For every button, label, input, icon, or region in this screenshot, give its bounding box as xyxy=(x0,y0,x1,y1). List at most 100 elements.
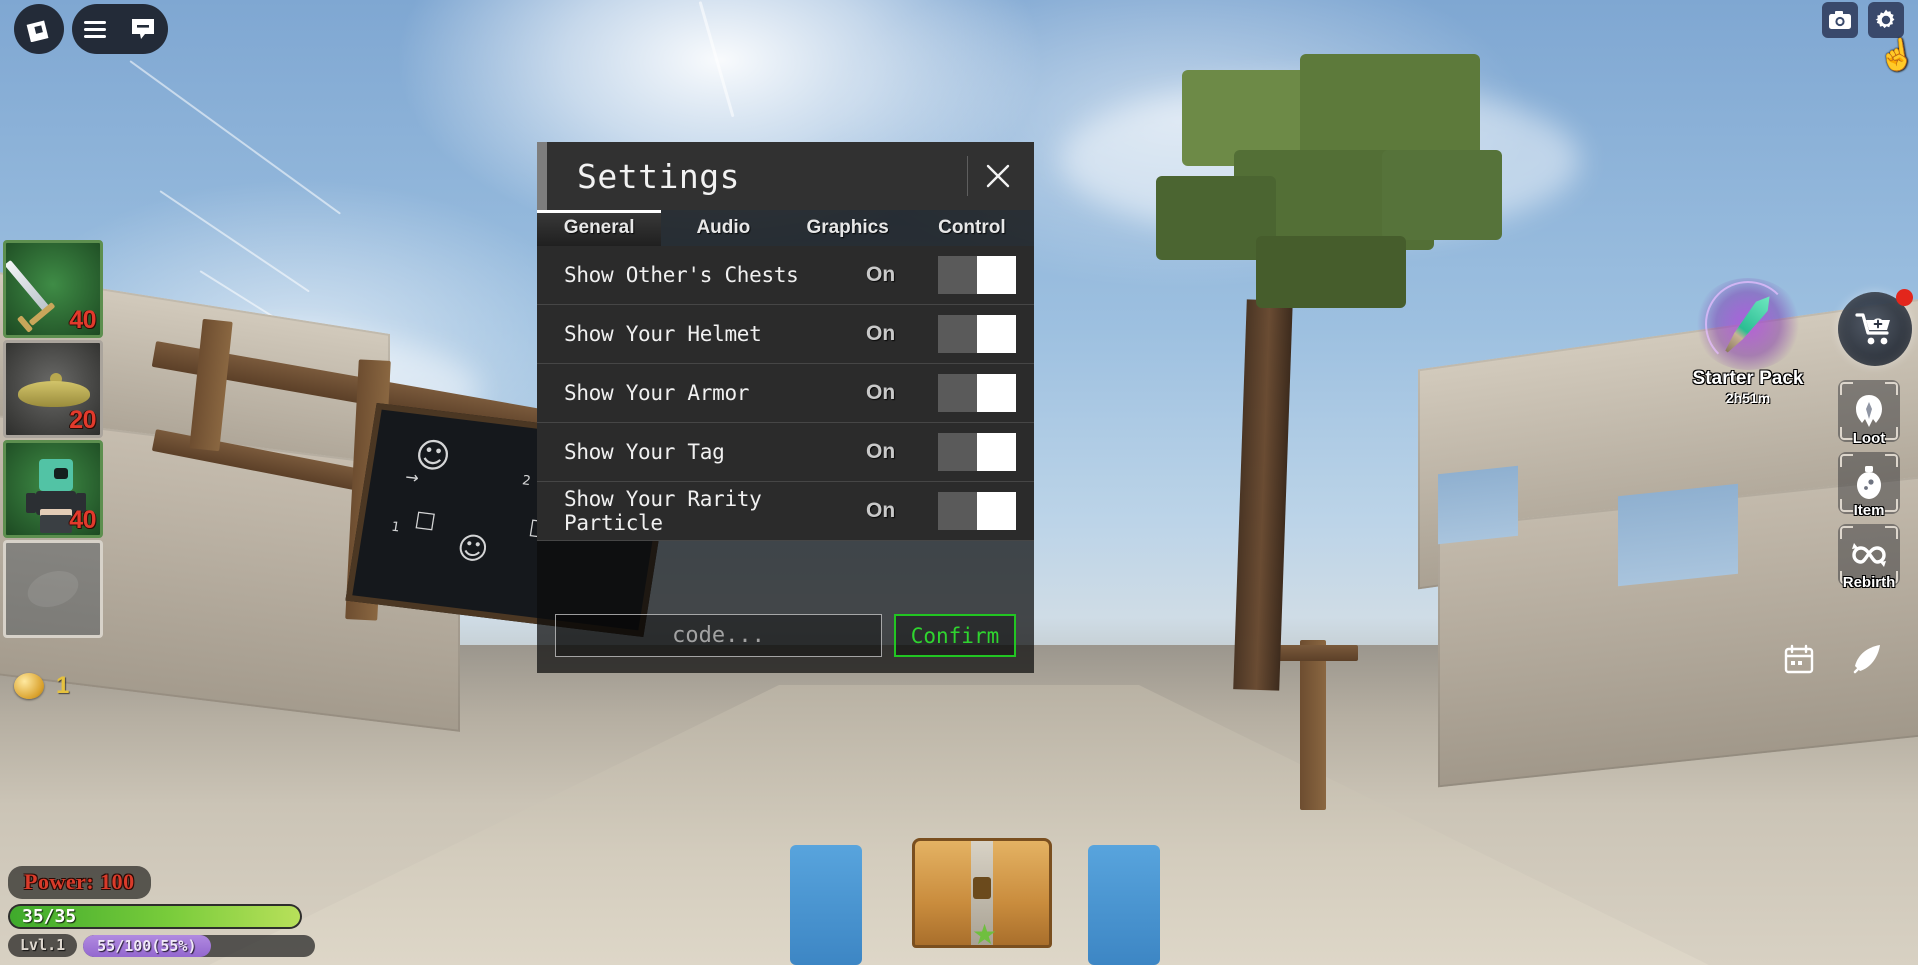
shop-button[interactable] xyxy=(1838,289,1913,366)
setting-label: Show Your Tag xyxy=(564,440,725,464)
side-button-label: Loot xyxy=(1852,430,1886,447)
camera-glyph xyxy=(1829,11,1851,29)
xp-bar: 55/100(55%) xyxy=(83,934,316,957)
toggle-track xyxy=(938,433,977,471)
starter-pack-promo[interactable]: Starter Pack 2h51m xyxy=(1668,278,1828,406)
setting-toggle[interactable] xyxy=(938,256,1016,294)
shop-notification-badge xyxy=(1896,289,1913,306)
hat-icon xyxy=(18,381,90,407)
setting-row-show-your-tag[interactable]: Show Your Tag On xyxy=(537,423,1034,482)
side-button-label: Rebirth xyxy=(1842,574,1896,591)
setting-state: On xyxy=(866,263,896,286)
setting-row-show-your-armor[interactable]: Show Your Armor On xyxy=(537,364,1034,423)
fence-post xyxy=(1300,640,1326,810)
level-row: Lvl.1 55/100(55%) xyxy=(8,934,378,957)
armor-arm-icon xyxy=(26,493,36,513)
side-button-loot[interactable]: Loot xyxy=(1838,380,1900,447)
tab-control[interactable]: Control xyxy=(910,210,1034,246)
inventory-slot-hat[interactable]: 20 xyxy=(3,340,103,438)
glowing-sword-icon xyxy=(1688,278,1808,370)
side-button-group: Loot Item Rebirth xyxy=(1838,380,1900,596)
armor-eye-icon xyxy=(54,468,68,479)
corner-bracket xyxy=(1840,526,1853,539)
chat-bubble-icon[interactable] xyxy=(130,17,156,41)
wall-window xyxy=(1618,483,1738,587)
slot-quantity: 40 xyxy=(69,306,96,334)
setting-state: On xyxy=(866,499,896,522)
confirm-button[interactable]: Confirm xyxy=(894,614,1016,657)
inventory-slot-armor[interactable]: 40 xyxy=(3,440,103,538)
gear-icon[interactable] xyxy=(1868,2,1904,38)
setting-toggle[interactable] xyxy=(938,433,1016,471)
tab-general[interactable]: General xyxy=(537,210,662,246)
level-badge: Lvl.1 xyxy=(8,934,78,957)
toggle-track xyxy=(938,315,977,353)
setting-row-show-others-chests[interactable]: Show Other's Chests On xyxy=(537,246,1034,305)
feather-quill-icon[interactable] xyxy=(1850,642,1884,676)
camera-icon[interactable] xyxy=(1822,2,1858,38)
code-redeem-row: Confirm xyxy=(555,614,1016,657)
health-bar: 35/35 xyxy=(8,904,302,929)
inventory-slot-empty[interactable] xyxy=(3,540,103,638)
toggle-track xyxy=(938,374,977,412)
toggle-knob xyxy=(977,492,1016,530)
toggle-knob xyxy=(977,315,1016,353)
fence-beam xyxy=(1272,645,1358,661)
hamburger-menu-icon[interactable] xyxy=(84,17,106,42)
inventory-panel: 40 20 40 xyxy=(3,240,109,640)
code-input[interactable] xyxy=(555,614,882,657)
settings-tabs: General Audio Graphics Control xyxy=(537,210,1034,246)
empty-slot-icon xyxy=(23,564,83,614)
mini-button-group xyxy=(1784,642,1884,676)
calendar-icon[interactable] xyxy=(1784,644,1814,674)
player-stats-hud: Power: 100 35/35 Lvl.1 55/100(55%) xyxy=(8,866,378,957)
roblox-topbar-pill xyxy=(72,4,168,54)
tree-foliage xyxy=(1256,236,1406,308)
coin-amount: 1 xyxy=(56,672,70,699)
toggle-knob xyxy=(977,433,1016,471)
helmet-icon xyxy=(1856,395,1882,427)
setting-row-show-your-helmet[interactable]: Show Your Helmet On xyxy=(537,305,1034,364)
chest-lock xyxy=(973,877,991,899)
side-button-label: Item xyxy=(1853,502,1885,519)
close-icon[interactable] xyxy=(978,156,1018,196)
tab-graphics[interactable]: Graphics xyxy=(786,210,910,246)
toggle-track xyxy=(938,256,977,294)
toggle-track xyxy=(938,492,977,530)
inventory-slot-sword[interactable]: 40 xyxy=(3,240,103,338)
settings-modal-footer: Confirm xyxy=(537,541,1034,673)
starter-pack-timer: 2h51m xyxy=(1725,390,1771,406)
corner-bracket xyxy=(1885,526,1898,539)
shopping-cart-icon xyxy=(1855,313,1890,345)
potion-icon xyxy=(1857,466,1881,499)
side-button-item[interactable]: Item xyxy=(1838,452,1900,519)
setting-toggle[interactable] xyxy=(938,492,1016,530)
gear-glyph xyxy=(1875,9,1895,29)
side-button-rebirth[interactable]: Rebirth xyxy=(1838,524,1900,591)
header-divider xyxy=(967,156,968,196)
setting-label: Show Other's Chests xyxy=(564,263,799,287)
toggle-knob xyxy=(977,374,1016,412)
setting-label: Show Your Rarity Particle xyxy=(564,487,762,535)
corner-bracket xyxy=(1885,382,1898,395)
character-foot xyxy=(1088,845,1160,965)
wall-window xyxy=(1438,465,1518,545)
corner-bracket xyxy=(1840,382,1853,395)
setting-state: On xyxy=(866,440,896,463)
infinity-arrows-icon xyxy=(1852,543,1886,567)
power-badge: Power: 100 xyxy=(8,866,151,899)
currency-display: 1 xyxy=(14,672,69,700)
setting-label: Show Your Armor xyxy=(564,381,750,405)
setting-row-show-your-rarity-particle[interactable]: Show Your Rarity Particle On xyxy=(537,482,1034,541)
gold-coin-icon xyxy=(14,673,44,699)
setting-toggle[interactable] xyxy=(938,315,1016,353)
tree-foliage xyxy=(1300,54,1480,164)
roblox-logo-icon[interactable] xyxy=(14,4,64,54)
toggle-knob xyxy=(977,256,1016,294)
settings-modal-header: Settings xyxy=(537,142,1034,210)
tree-foliage xyxy=(1382,150,1502,240)
setting-toggle[interactable] xyxy=(938,374,1016,412)
tab-audio[interactable]: Audio xyxy=(661,210,785,246)
close-x-glyph xyxy=(986,164,1010,188)
roblox-logo-glyph xyxy=(26,20,49,42)
